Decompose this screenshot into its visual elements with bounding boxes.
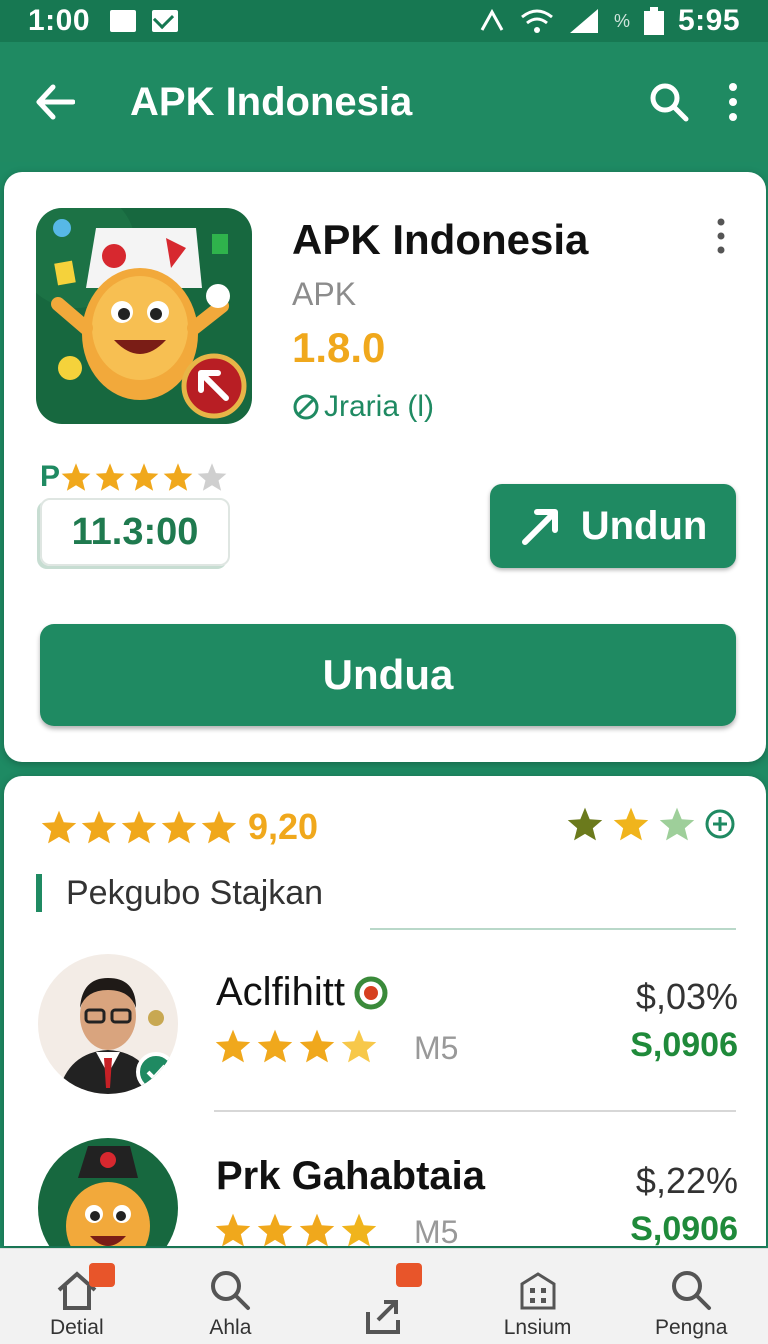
rating-value: 9,20 [248,806,319,847]
review-amount: S,0906 [630,1210,738,1246]
signal-icon [569,9,598,33]
list-divider [214,1110,736,1112]
search-icon [672,1271,712,1310]
install-button-small-label: Undun [580,503,708,548]
star-icon [257,1029,293,1063]
star-icon [163,463,193,491]
wreath-icon [354,976,388,1009]
arrow-up-right-icon [521,509,558,545]
star-icon [299,1029,335,1063]
search-icon[interactable] [648,81,690,123]
arrow-left-icon [36,84,75,120]
reviews-card: 9,20 Pekgubo Stajkan Aclfihitt M5 $,03% … [4,776,766,1246]
rating-stars [60,462,228,492]
nav-item-share[interactable] [307,1249,461,1344]
star-icon [61,463,91,491]
app-name: APK Indonesia [292,216,589,263]
star-icon [81,810,117,844]
section-divider [370,928,736,930]
badge-icon [88,1263,115,1287]
review-tag: M5 [414,1214,459,1246]
star-icon [215,1029,251,1063]
star-icon [121,810,157,844]
review-percent: $,03% [635,976,738,1017]
star-icon [161,810,197,844]
review-item[interactable]: Aclfihitt M5 $,03% S,0906 [38,954,738,1094]
star-icon[interactable] [566,806,604,842]
bottom-nav: Detial Ahla Lnsium Pengna [0,1248,768,1344]
nav-item-detail[interactable]: Detial [0,1249,154,1344]
search-icon [211,1271,251,1310]
nav-label: Pengna [654,1316,728,1339]
battery-icon [643,7,664,35]
filter-stars [566,806,736,842]
app-detail-card: APK Indonesia APK 1.8.0 Jraria (l) P 11.… [4,172,766,762]
review-stars [214,1212,378,1246]
star-icon [95,463,125,491]
star-icon [129,463,159,491]
review-amount: S,0906 [630,1026,738,1064]
summary-stars [40,809,238,845]
section-title: Pekgubo Stajkan [36,874,323,912]
nav-item-pengna[interactable]: Pengna [614,1249,768,1344]
star-empty-icon [197,463,227,491]
app-meta: Jraria (l) [292,390,434,424]
battery-percent-icon: % [613,10,630,31]
building-icon [520,1272,556,1310]
page-title: APK Indonesia [130,79,413,124]
status-time: 1:00 [28,4,91,37]
score-box: 11.3:00 [40,498,230,566]
more-vert-icon[interactable] [716,218,726,254]
tools-icon [110,10,137,32]
star-icon [341,1213,377,1246]
star-icon [201,810,237,844]
badge-icon [395,1263,422,1287]
review-stars [214,1028,378,1064]
share-icon [365,1300,400,1334]
review-tag: M5 [414,1030,459,1066]
install-button-small[interactable]: Undun [490,484,736,568]
wifi-icon [521,9,553,33]
review-name-text: Aclfihitt [216,970,345,1014]
star-icon [257,1213,293,1246]
rating-summary: 9,20 [40,806,318,848]
rating-row: P [40,460,228,494]
nfc-icon [480,8,504,31]
status-bar: 1:00 % 5:95 [0,0,768,42]
slash-circle-icon [293,394,319,420]
add-circle-icon[interactable] [704,808,736,840]
mail-icon [152,10,179,32]
status-clock: 5:95 [677,4,740,37]
nav-label: Ahla [209,1316,252,1339]
star-icon[interactable] [612,806,650,842]
download-button[interactable]: Undua [40,624,736,726]
review-percent: $,22% [635,1160,738,1201]
star-icon [41,810,77,844]
review-name-text: Prk Gahabtaia [216,1154,486,1198]
star-icon[interactable] [658,806,696,842]
nav-item-ahla[interactable]: Ahla [154,1249,308,1344]
rating-prefix: P [40,460,61,493]
review-item[interactable]: Prk Gahabtaia M5 $,22% S,0906 [38,1138,738,1246]
star-icon [299,1213,335,1246]
app-meta-text: Jraria (l) [324,390,434,423]
avatar [38,1138,178,1246]
star-icon [341,1029,377,1063]
nav-label: Detial [49,1316,104,1339]
avatar [38,954,178,1094]
app-icon [36,208,252,424]
app-bar: APK Indonesia [0,42,768,162]
app-type: APK [292,276,357,312]
app-version: 1.8.0 [292,324,386,371]
review-name: Prk Gahabtaia [216,1154,485,1199]
review-name: Aclfihitt [216,970,389,1015]
more-vert-icon[interactable] [728,82,738,122]
nav-item-lnsium[interactable]: Lnsium [461,1249,615,1344]
back-button[interactable] [30,77,80,127]
nav-label: Lnsium [503,1316,572,1339]
star-icon [215,1213,251,1246]
